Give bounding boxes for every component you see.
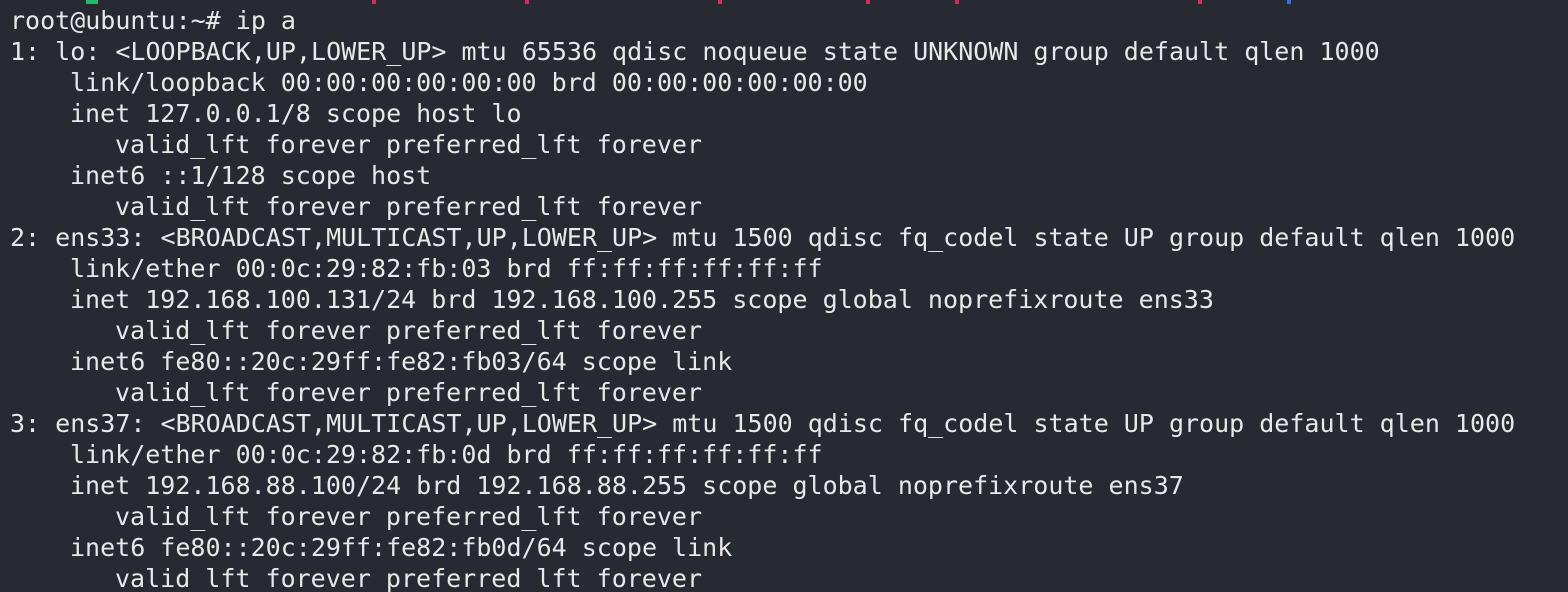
- inet6-line: inet6 fe80::20c:29ff:fe82:fb0d/64 scope …: [70, 533, 733, 562]
- link-line: link/ether 00:0c:29:82:fb:0d brd ff:ff:f…: [70, 440, 823, 469]
- strip-mark-red: [525, 0, 529, 4]
- strip-mark-red: [718, 0, 722, 4]
- terminal-output: root@ubuntu:~# ip a 1: lo: <LOOPBACK,UP,L…: [10, 5, 1515, 592]
- interface-header-ens37: 3: ens37: <BROADCAST,MULTICAST,UP,LOWER_…: [10, 409, 1516, 438]
- inet-line: inet 192.168.88.100/24 brd 192.168.88.25…: [70, 471, 1184, 500]
- lifetime-line: valid_lft forever preferred_lft forever: [115, 502, 702, 531]
- link-line: link/loopback 00:00:00:00:00:00 brd 00:0…: [70, 68, 868, 97]
- strip-mark-red: [866, 0, 870, 4]
- inet6-line: inet6 ::1/128 scope host: [70, 161, 432, 190]
- strip-mark-red: [1198, 0, 1202, 4]
- shell-prompt: root@ubuntu:~#: [10, 6, 236, 35]
- strip-mark-blue: [1287, 0, 1291, 4]
- inet6-line: inet6 fe80::20c:29ff:fe82:fb03/64 scope …: [70, 347, 733, 376]
- command-line[interactable]: root@ubuntu:~# ip a: [10, 5, 1515, 36]
- strip-mark-green: [86, 0, 98, 4]
- strip-mark-red: [372, 0, 376, 4]
- interface-header-lo: 1: lo: <LOOPBACK,UP,LOWER_UP> mtu 65536 …: [10, 37, 1380, 66]
- lifetime-line: valid_lft forever preferred_lft forever: [115, 564, 702, 592]
- link-line: link/ether 00:0c:29:82:fb:03 brd ff:ff:f…: [70, 254, 823, 283]
- lifetime-line: valid_lft forever preferred_lft forever: [115, 192, 702, 221]
- terminal-window[interactable]: root@ubuntu:~# ip a 1: lo: <LOOPBACK,UP,L…: [0, 0, 1568, 592]
- lifetime-line: valid_lft forever preferred_lft forever: [115, 130, 702, 159]
- interface-header-ens33: 2: ens33: <BROADCAST,MULTICAST,UP,LOWER_…: [10, 223, 1516, 252]
- inet-line: inet 127.0.0.1/8 scope host lo: [70, 99, 522, 128]
- previous-output-strip: [0, 0, 1568, 4]
- lifetime-line: valid_lft forever preferred_lft forever: [115, 316, 702, 345]
- inet-line: inet 192.168.100.131/24 brd 192.168.100.…: [70, 285, 1214, 314]
- strip-mark-red: [955, 0, 959, 4]
- lifetime-line: valid_lft forever preferred_lft forever: [115, 378, 702, 407]
- typed-command: ip a: [235, 6, 296, 35]
